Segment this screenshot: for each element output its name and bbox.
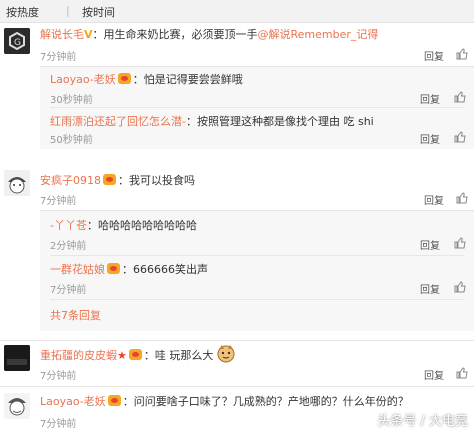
thumbs-up-icon[interactable] [456,48,468,60]
reply-button[interactable]: 回复 [420,281,440,296]
thumbs-up-icon[interactable] [454,237,466,249]
reply-author[interactable]: -丫丫苍 [50,219,87,232]
reply-body: 一群花姑娘 ：666666笑出声 [50,263,208,277]
dark-avatar-icon [4,345,30,371]
reply-text: ：哈哈哈哈哈哈哈哈哈 [86,219,197,232]
vip-badge-icon [117,73,131,84]
thumbs-up-icon[interactable] [456,192,468,204]
comment-text: ：哇 玩那么大 [143,349,214,362]
reply-list: -丫丫苍：哈哈哈哈哈哈哈哈哈 2分钟前 回复 一群花姑娘 ：666666笑出声 7… [40,210,474,331]
divider [50,299,464,300]
avatar[interactable] [4,345,30,371]
reply-author[interactable]: 红雨漂泊还起了回忆怎么潜- [50,115,186,128]
comment-body: 解说长毛V：用生命来奶比赛，必须要顶一手@解说Remember_记得 [40,28,378,42]
comment-item: G 解说长毛V：用生命来奶比赛，必须要顶一手@解说Remember_记得 7分钟… [0,22,474,149]
comment-author[interactable]: Laoyao-老妖 [40,395,106,408]
reply-body: -丫丫苍：哈哈哈哈哈哈哈哈哈 [50,219,197,233]
reply-time: 30秒钟前 [50,95,93,106]
thumbs-up-icon[interactable] [454,91,466,103]
reply-body: Laoyao-老妖 ：怕是记得要尝尝鲜哦 [50,73,243,87]
comment-body: Laoyao-老妖 ：问问要啥子口味了？几成熟的？产地哪的？什么年份的？ [40,395,409,409]
comment-author[interactable]: 解说长毛 [40,28,84,41]
vip-badge-icon [128,349,142,360]
avatar[interactable]: G [4,28,30,54]
comment-author[interactable]: 重拓疆的皮皮蝦 [40,349,117,362]
reply-button[interactable]: 回复 [420,237,440,252]
comment-body: 重拓疆的皮皮蝦★ ：哇 玩那么大 [40,349,213,363]
avatar[interactable] [4,393,30,419]
sort-bar: 按热度 | 按时间 [0,0,474,23]
vip-badge-icon [103,174,116,185]
reply-author[interactable]: 一群花姑娘 [50,263,105,276]
dog-emoji-icon [217,345,235,363]
mention-link[interactable]: @解说Remember_记得 [258,28,379,41]
reply-time: 50秒钟前 [50,135,93,146]
star-icon: ★ [117,349,127,362]
comment-author[interactable]: 安疯子0918 [40,174,101,187]
reply-list: Laoyao-老妖 ：怕是记得要尝尝鲜哦 30秒钟前 回复 红雨漂泊还起了回忆怎么… [40,66,474,149]
reply-body: 红雨漂泊还起了回忆怎么潜-：按照管理这种都是像找个理由 吃 shi [50,115,374,129]
comment-item: 安疯子0918 ：我可以投食吗 7分钟前 回复 -丫丫苍：哈哈哈哈哈哈哈哈哈 2分… [0,166,474,336]
thumbs-up-icon[interactable] [454,281,466,293]
comment-time: 7分钟前 [40,371,77,382]
divider [50,255,464,256]
reply-text: ：怕是记得要尝尝鲜哦 [132,73,243,86]
reply-button[interactable]: 回复 [424,48,444,63]
thumbs-up-icon[interactable] [456,367,468,379]
sort-by-time[interactable]: 按时间 [82,4,115,20]
comment-text: ：问问要啥子口味了？几成熟的？产地哪的？什么年份的？ [122,395,409,408]
comment-time: 7分钟前 [40,196,77,207]
avatar[interactable] [4,170,30,196]
reply-time: 2分钟前 [50,241,87,252]
watermark: 头条号 / 大电竞 [377,414,468,429]
comment-text: ：我可以投食吗 [118,174,195,187]
comment-text: ：用生命来奶比赛，必须要顶一手 [92,28,258,41]
reply-author[interactable]: Laoyao-老妖 [50,73,116,86]
sort-divider: | [66,4,70,17]
reply-button[interactable]: 回复 [420,91,440,106]
comment-time: 7分钟前 [40,419,77,430]
verified-icon: V [84,28,93,41]
vip-badge-icon [107,395,121,406]
comment-item: 重拓疆的皮皮蝦★ ：哇 玩那么大 7分钟前 回复 [0,340,474,383]
reply-time: 7分钟前 [50,285,87,296]
g-logo-icon: G [4,28,30,54]
more-replies-link[interactable]: 共7条回复 [50,307,101,323]
reply-text: ：按照管理这种都是像找个理由 吃 shi [185,115,374,128]
sort-by-hot[interactable]: 按热度 [6,4,39,20]
vip-badge-icon [107,263,120,274]
reply-button[interactable]: 回复 [424,192,444,207]
thumbs-up-icon[interactable] [454,131,466,143]
cartoon-face-icon [4,170,30,196]
reply-text: ：666666笑出声 [122,263,208,276]
reply-button[interactable]: 回复 [420,131,440,146]
svg-text:G: G [14,38,21,48]
divider [50,107,464,108]
reply-button[interactable]: 回复 [424,367,444,382]
sketch-face-icon [4,393,30,419]
comment-body: 安疯子0918 ：我可以投食吗 [40,174,195,188]
comment-time: 7分钟前 [40,52,77,63]
